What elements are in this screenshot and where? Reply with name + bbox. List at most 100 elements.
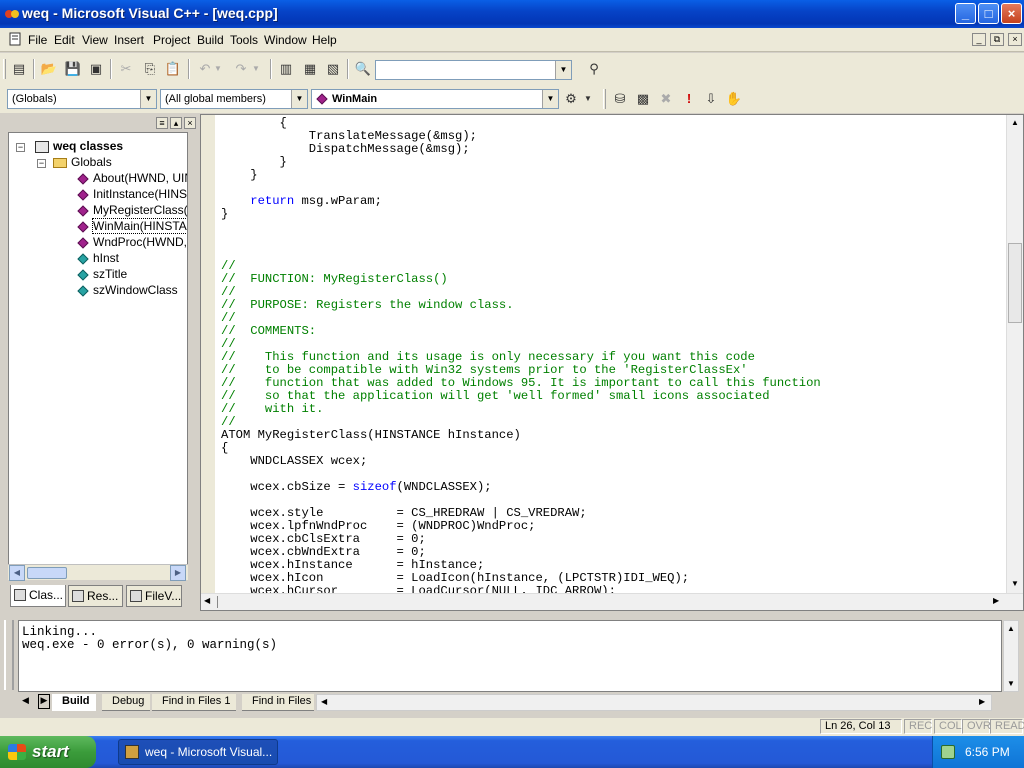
workspace-dock-icon[interactable]: ≡	[156, 117, 168, 129]
code-line[interactable]: wcex.cbSize = sizeof(WNDCLASSEX);	[221, 481, 491, 494]
cut-icon[interactable]: ✂	[115, 58, 137, 80]
tree-horizontal-scrollbar[interactable]: ◀ ▶	[8, 564, 188, 581]
copy-icon[interactable]: ⎘	[139, 58, 161, 80]
tree-item-variable[interactable]: hInst	[77, 250, 119, 266]
taskbar-button-vc[interactable]: weq - Microsoft Visual...	[118, 739, 278, 765]
scroll-up-icon[interactable]: ▲	[1007, 624, 1015, 633]
scrollbar-thumb[interactable]	[27, 567, 67, 579]
class-view-tree[interactable]: − weq classes − Globals About(HWND, UIN …	[8, 132, 188, 580]
document-icon[interactable]	[8, 32, 22, 46]
code-line[interactable]: WNDCLASSEX wcex;	[221, 455, 367, 468]
find-in-files-icon[interactable]: 🔍	[352, 58, 374, 80]
tab-build[interactable]: Build	[52, 694, 96, 711]
tree-folder-globals[interactable]: Globals	[53, 154, 112, 170]
editor-gutter[interactable]	[201, 115, 215, 593]
collapse-icon[interactable]: −	[37, 159, 46, 168]
menu-help[interactable]: Help	[312, 33, 337, 47]
output-grip[interactable]	[4, 620, 14, 690]
workspace-window-icon[interactable]: ▥	[275, 58, 297, 80]
chevron-down-icon[interactable]: ▼	[555, 61, 571, 79]
scroll-up-icon[interactable]: ▲	[1011, 118, 1019, 127]
clock[interactable]: 6:56 PM	[965, 745, 1010, 759]
chevron-down-icon[interactable]: ▼	[140, 90, 156, 108]
minimize-button[interactable]: _	[955, 3, 976, 24]
tab-class-view[interactable]: Clas...	[10, 585, 66, 607]
menu-view[interactable]: View	[82, 33, 108, 47]
code-line[interactable]: }	[221, 169, 257, 182]
menu-window[interactable]: Window	[264, 33, 307, 47]
collapse-icon[interactable]: −	[16, 143, 25, 152]
execute-icon[interactable]: !	[678, 88, 700, 110]
tree-item-function[interactable]: About(HWND, UIN	[77, 170, 187, 186]
code-line[interactable]: ATOM MyRegisterClass(HINSTANCE hInstance…	[221, 429, 521, 442]
mdi-close-button[interactable]: ×	[1008, 33, 1022, 46]
scroll-left-icon[interactable]: ◀	[9, 565, 25, 581]
scope-combo[interactable]: (Globals) ▼	[7, 89, 157, 109]
tab-find-in-files-2[interactable]: Find in Files 2	[242, 694, 314, 711]
tab-scroll-right-icon[interactable]: ▶	[38, 694, 50, 709]
mdi-minimize-button[interactable]: _	[972, 33, 986, 46]
open-folder-icon[interactable]: 📂	[38, 58, 60, 80]
tab-find-in-files-1[interactable]: Find in Files 1	[152, 694, 237, 711]
app-icon[interactable]	[4, 6, 20, 22]
compile-icon[interactable]: ⛁	[609, 88, 631, 110]
tree-item-function[interactable]: MyRegisterClass(H	[77, 202, 187, 218]
tree-item-function-selected[interactable]: WinMain(HINSTAN	[77, 218, 187, 234]
stop-build-icon[interactable]: ✖	[655, 88, 677, 110]
menu-tools[interactable]: Tools	[230, 33, 258, 47]
new-text-file-icon[interactable]: ▤	[8, 58, 30, 80]
start-button[interactable]: start	[0, 736, 96, 768]
menu-edit[interactable]: Edit	[54, 33, 75, 47]
scroll-right-icon[interactable]: ▶	[979, 697, 985, 706]
insert-breakpoint-icon[interactable]: ✋	[723, 88, 745, 110]
menu-insert[interactable]: Insert	[114, 33, 144, 47]
code-area[interactable]: { TranslateMessage(&msg); DispatchMessag…	[221, 115, 1005, 594]
scroll-left-icon[interactable]: ◀	[204, 596, 210, 605]
save-icon[interactable]: 💾	[62, 58, 84, 80]
code-line[interactable]: return msg.wParam;	[221, 195, 382, 208]
toolbar-grip[interactable]	[3, 59, 6, 79]
code-comment-line[interactable]: // PURPOSE: Registers the window class.	[221, 299, 514, 312]
tree-item-function[interactable]: InitInstance(HINST	[77, 186, 187, 202]
scroll-down-icon[interactable]: ▼	[1011, 579, 1019, 588]
chevron-down-icon[interactable]: ▼	[542, 90, 558, 108]
find-binoculars-icon[interactable]: ⚲	[583, 58, 605, 80]
network-icon[interactable]	[941, 745, 955, 759]
split-bar[interactable]	[217, 596, 218, 608]
tree-item-function[interactable]: WndProc(HWND,	[77, 234, 187, 250]
scroll-right-icon[interactable]: ▶	[993, 596, 999, 605]
save-all-icon[interactable]: ▣	[85, 58, 107, 80]
tree-root[interactable]: weq classes	[35, 138, 123, 154]
tab-debug[interactable]: Debug	[102, 694, 151, 711]
redo-icon[interactable]: ↷	[230, 58, 252, 80]
output-window-icon[interactable]: ▦	[299, 58, 321, 80]
member-combo[interactable]: WinMain ▼	[311, 89, 559, 109]
undo-dropdown-icon[interactable]: ▼	[212, 58, 224, 80]
code-line[interactable]: }	[221, 208, 228, 221]
filter-combo[interactable]: (All global members) ▼	[160, 89, 308, 109]
tab-scroll-left-icon[interactable]: ◀	[22, 695, 29, 706]
code-editor[interactable]: { TranslateMessage(&msg); DispatchMessag…	[200, 114, 1024, 611]
menu-build[interactable]: Build	[197, 33, 224, 47]
tab-resource-view[interactable]: Res...	[68, 585, 123, 607]
wizardbar-actions-icon[interactable]: ⚙	[560, 88, 582, 110]
find-combo[interactable]: ▼	[375, 60, 572, 80]
output-horizontal-scrollbar[interactable]: ◀ ▶	[316, 694, 992, 711]
redo-dropdown-icon[interactable]: ▼	[250, 58, 262, 80]
toolbar-grip[interactable]	[603, 89, 606, 109]
chevron-down-icon[interactable]: ▼	[291, 90, 307, 108]
menu-project[interactable]: Project	[153, 33, 190, 47]
editor-vertical-scrollbar[interactable]: ▲ ▼	[1006, 115, 1023, 593]
tree-item-variable[interactable]: szTitle	[77, 266, 127, 282]
output-vertical-scrollbar[interactable]: ▲ ▼	[1003, 620, 1019, 692]
code-comment-line[interactable]: // with it.	[221, 403, 323, 416]
scrollbar-thumb[interactable]	[1008, 243, 1022, 323]
scroll-right-icon[interactable]: ▶	[170, 565, 186, 581]
code-comment-line[interactable]: // FUNCTION: MyRegisterClass()	[221, 273, 448, 286]
window-list-icon[interactable]: ▧	[322, 58, 344, 80]
output-text[interactable]: Linking... weq.exe - 0 error(s), 0 warni…	[18, 620, 1002, 692]
scroll-down-icon[interactable]: ▼	[1007, 679, 1015, 688]
build-icon[interactable]: ▩	[632, 88, 654, 110]
code-line[interactable]: wcex.hCursor = LoadCursor(NULL, IDC_ARRO…	[221, 585, 616, 594]
scroll-left-icon[interactable]: ◀	[321, 697, 327, 706]
